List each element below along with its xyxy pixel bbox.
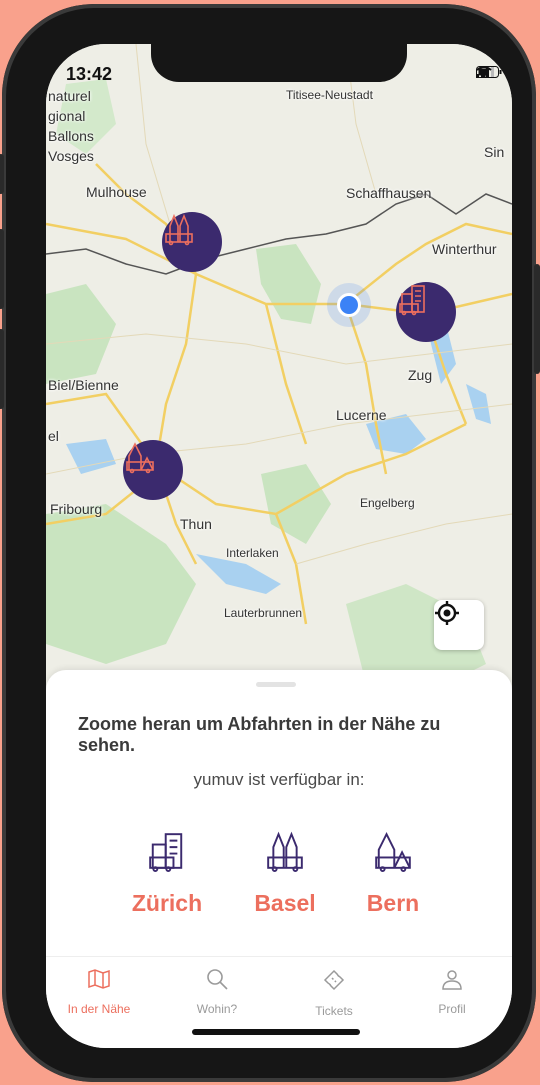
map-label-biel: Biel/Bienne [48, 377, 119, 393]
mute-switch [0, 154, 4, 194]
city-zurich[interactable]: Zürich [107, 826, 227, 917]
ticket-icon [321, 969, 347, 997]
map-label-lucerne: Lucerne [336, 407, 387, 423]
tab-label-wohin: Wohin? [196, 1002, 238, 1016]
city-name-zurich: Zürich [131, 890, 203, 916]
bottom-sheet[interactable]: Zoome heran um Abfahrten in der Nähe zu … [46, 670, 512, 960]
city-name-bern: Bern [366, 890, 420, 916]
screen: 13:42 Titisee-Neustadt naturel gional Ba… [46, 44, 512, 1048]
status-time: 13:42 [66, 64, 113, 84]
search-icon [205, 969, 229, 995]
city-name-basel: Basel [254, 890, 316, 916]
volume-up-button [0, 229, 4, 309]
tab-label-in-der-naehe: In der Nähe [67, 1002, 131, 1016]
volume-down-button [0, 329, 4, 409]
map-label-vosges: Vosges [48, 148, 94, 164]
notch [151, 44, 407, 82]
map-label-interlaken: Interlaken [226, 546, 279, 560]
sheet-subtitle: yumuv ist verfügbar in: [193, 770, 365, 789]
map-label-fribourg: Fribourg [50, 501, 103, 517]
profile-icon [440, 970, 464, 995]
home-indicator[interactable] [192, 1029, 360, 1035]
map-label-engelberg: Engelberg [360, 496, 415, 510]
tab-profil[interactable]: Profil [402, 967, 502, 1016]
current-location-dot [337, 293, 361, 317]
map-label-naturel: naturel [48, 88, 91, 104]
tab-tickets[interactable]: Tickets [284, 967, 384, 1018]
bern-map-pin[interactable] [123, 440, 183, 500]
map-label-lauterbrunnen: Lauterbrunnen [224, 606, 303, 620]
zurich-map-pin[interactable] [396, 282, 456, 342]
phone-frame: 13:42 Titisee-Neustadt naturel gional Ba… [0, 4, 540, 1082]
map-label-zug: Zug [408, 367, 433, 383]
map-label-el: el [48, 428, 59, 444]
map-icon [87, 969, 111, 995]
map-label-mulhouse: Mulhouse [86, 184, 147, 200]
map-label-ballons: Ballons [48, 128, 94, 144]
sheet-drag-handle[interactable] [256, 682, 296, 687]
tab-label-profil: Profil [438, 1002, 466, 1016]
sheet-title: Zoome heran um Abfahrten in der Nähe zu … [78, 714, 441, 755]
basel-city-icon [225, 826, 345, 876]
zurich-city-icon [107, 826, 227, 876]
map-label-thun: Thun [180, 516, 212, 532]
bern-city-icon [333, 826, 453, 876]
map-label-sin: Sin [484, 144, 505, 160]
city-bern[interactable]: Bern [333, 826, 453, 917]
tab-in-der-naehe[interactable]: In der Nähe [49, 967, 149, 1016]
tab-label-tickets: Tickets [315, 1004, 353, 1018]
map-label-winterthur: Winterthur [432, 241, 497, 257]
basel-map-pin[interactable] [162, 212, 222, 272]
map-label-titisee: Titisee-Neustadt [286, 88, 373, 102]
map-label-gional: gional [48, 108, 86, 124]
map-view[interactable]: 13:42 Titisee-Neustadt naturel gional Ba… [46, 44, 512, 704]
city-basel[interactable]: Basel [225, 826, 345, 917]
tab-wohin[interactable]: Wohin? [167, 967, 267, 1016]
power-button [534, 264, 540, 374]
map-label-schaffhausen: Schaffhausen [346, 185, 432, 201]
locate-me-button[interactable] [434, 600, 484, 650]
